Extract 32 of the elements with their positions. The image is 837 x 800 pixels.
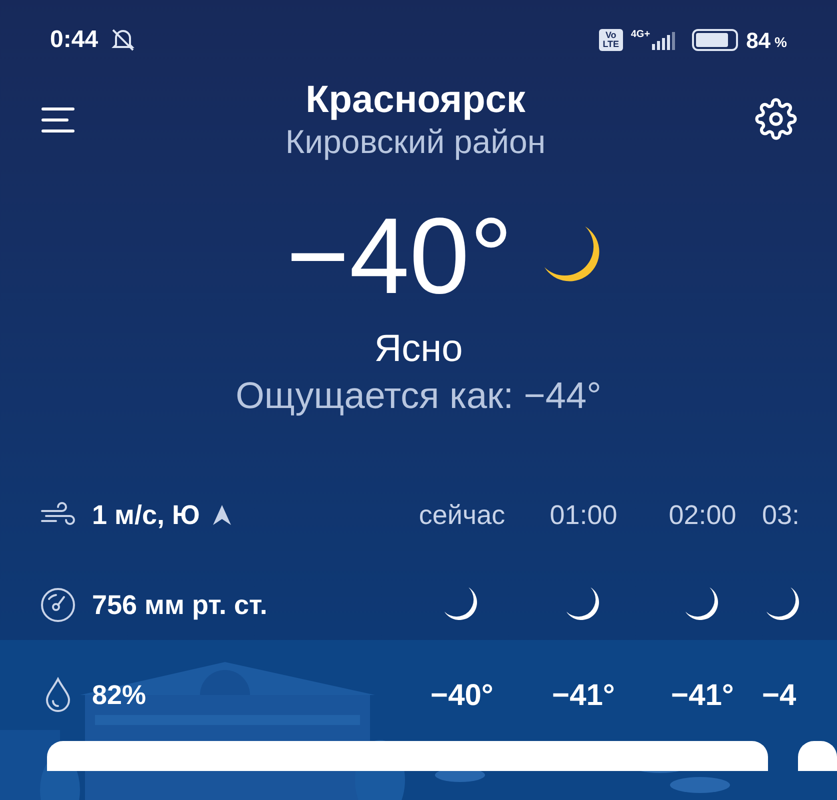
city-name: Красноярск xyxy=(306,78,526,122)
current-temperature: −40° xyxy=(286,200,513,312)
settings-icon xyxy=(755,98,797,140)
settings-button[interactable] xyxy=(755,98,797,140)
gauge-icon xyxy=(40,587,76,623)
percent-sign: % xyxy=(774,32,787,52)
battery-icon xyxy=(692,29,738,51)
signal-icon xyxy=(652,30,676,50)
hour-temperature: −41° xyxy=(671,678,734,714)
hour-temperature: −4 xyxy=(762,678,796,714)
detail-value: 756 мм рт. ст. xyxy=(92,588,268,622)
menu-button[interactable] xyxy=(40,106,76,134)
feels-like-text: Ощущается как: −44° xyxy=(236,374,602,418)
district-name: Кировский район xyxy=(285,122,546,162)
hour-label: 01:00 xyxy=(550,498,618,532)
battery-percent: 84 xyxy=(746,26,771,54)
wind-direction-arrow-icon xyxy=(212,504,232,526)
hour-label: 02:00 xyxy=(668,498,736,532)
hour-temperature: −40° xyxy=(430,678,494,714)
card-background xyxy=(798,741,837,771)
clock-time: 0:44 xyxy=(50,25,98,55)
drop-icon xyxy=(44,677,72,713)
volte-indicator: Vo LTE xyxy=(598,29,623,51)
detail-value: 82% xyxy=(92,678,146,712)
hour-label: 03: xyxy=(762,498,800,532)
hour-label: сейчас xyxy=(418,498,506,532)
hour-temperature: −41° xyxy=(552,678,615,714)
condition-text: Ясно xyxy=(374,327,463,372)
menu-icon xyxy=(40,106,76,134)
detail-value: 1 м/с, Ю xyxy=(92,498,200,532)
network-type: 4G+ xyxy=(630,30,650,40)
muted-bell-icon xyxy=(110,27,136,53)
